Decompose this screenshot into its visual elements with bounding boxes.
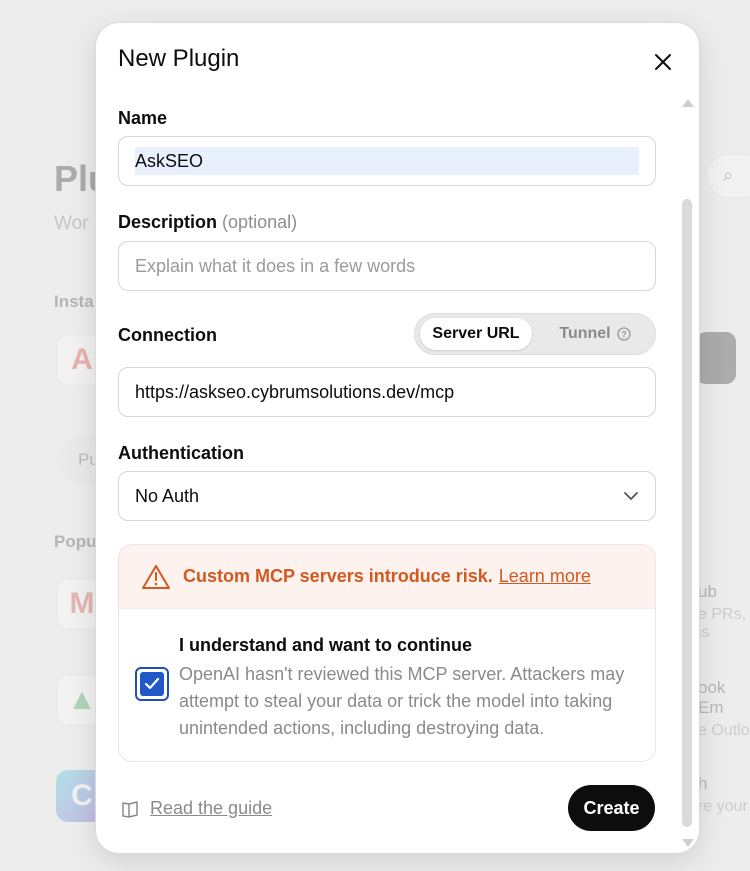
- risk-warning: Custom MCP servers introduce risk. Learn…: [118, 544, 656, 762]
- create-button[interactable]: Create: [568, 785, 655, 831]
- connection-toggle: Server URL Tunnel ?: [414, 313, 656, 355]
- server-url-option[interactable]: Server URL: [420, 318, 532, 350]
- close-icon: [655, 54, 671, 70]
- right-list-item: ook Em e Outlo: [698, 678, 750, 739]
- description-input[interactable]: [135, 255, 639, 277]
- warning-icon: [142, 564, 170, 589]
- help-icon: ?: [616, 327, 631, 341]
- warning-text: Custom MCP servers introduce risk.: [183, 566, 493, 586]
- app-tile: [696, 332, 736, 384]
- new-plugin-dialog: New Plugin Name AskSEO Description (opti…: [95, 22, 700, 854]
- popular-section-label: Popu: [54, 532, 97, 551]
- page-subtitle: Wor: [54, 213, 89, 234]
- right-list-item: h re your: [698, 774, 748, 815]
- authentication-label: Authentication: [118, 443, 244, 463]
- acknowledgement: I understand and want to continue OpenAI…: [119, 609, 655, 761]
- dialog-scrollbar[interactable]: [680, 99, 694, 853]
- description-label: Description (optional): [118, 212, 298, 232]
- search-icon: ⌕: [706, 154, 750, 198]
- name-value: AskSEO: [135, 147, 639, 175]
- server-url-value: https://askseo.cybrumsolutions.dev/mcp: [135, 381, 455, 402]
- authentication-value: No Auth: [135, 485, 200, 506]
- connection-label: Connection: [118, 325, 217, 345]
- description-field[interactable]: [118, 241, 656, 291]
- name-field[interactable]: AskSEO: [118, 136, 656, 186]
- svg-text:?: ?: [621, 330, 627, 340]
- chevron-down-icon: [624, 492, 638, 500]
- learn-more-link[interactable]: Learn more: [499, 566, 591, 587]
- acknowledge-checkbox[interactable]: [135, 667, 169, 701]
- scroll-up-arrow-icon[interactable]: [682, 99, 694, 107]
- name-label: Name: [118, 108, 168, 128]
- authentication-select[interactable]: No Auth: [118, 471, 656, 521]
- right-list-item: ub e PRs, is: [698, 582, 747, 641]
- acknowledge-description: OpenAI hasn't reviewed this MCP server. …: [179, 664, 625, 738]
- scroll-thumb[interactable]: [682, 199, 692, 827]
- checkmark-icon: [140, 672, 164, 696]
- close-button[interactable]: [648, 47, 678, 77]
- server-url-field[interactable]: https://askseo.cybrumsolutions.dev/mcp: [118, 367, 656, 417]
- scroll-down-arrow-icon[interactable]: [682, 839, 694, 847]
- tunnel-option[interactable]: Tunnel ?: [539, 318, 651, 350]
- warning-header: Custom MCP servers introduce risk. Learn…: [119, 545, 655, 609]
- dialog-title: New Plugin: [118, 45, 240, 72]
- installed-section-label: Insta: [54, 292, 94, 311]
- acknowledge-title: I understand and want to continue: [179, 635, 473, 655]
- book-icon: [122, 800, 138, 818]
- read-guide-link[interactable]: Read the guide: [120, 798, 272, 819]
